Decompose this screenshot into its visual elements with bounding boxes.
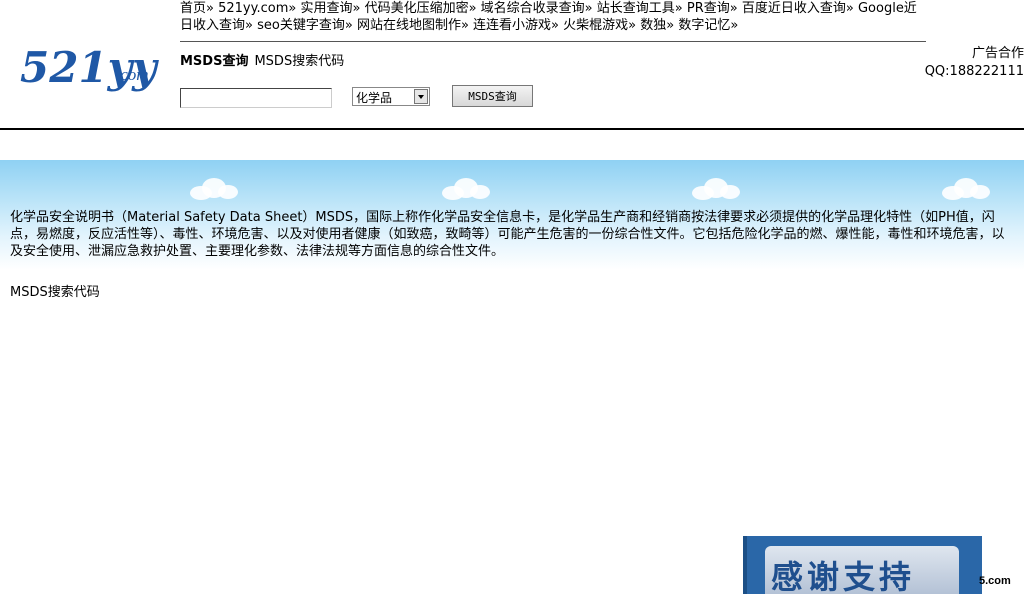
- nav-link[interactable]: 域名综合收录查询»: [481, 1, 593, 16]
- msds-description: 化学品安全说明书（Material Safety Data Sheet）MSDS…: [10, 210, 1005, 259]
- nav-divider: [180, 41, 926, 42]
- nav-link[interactable]: 连连看小游戏»: [473, 18, 559, 33]
- cloud-icon: [692, 178, 740, 200]
- nav-link[interactable]: PR查询»: [687, 1, 738, 16]
- nav-link[interactable]: 首页»: [180, 1, 214, 16]
- search-input[interactable]: [180, 88, 332, 108]
- nav-link[interactable]: 站长查询工具»: [597, 1, 683, 16]
- logo-suffix: .com: [116, 65, 149, 84]
- nav-link[interactable]: 521yy.com»: [218, 1, 296, 16]
- ad-contact: 广告合作 QQ:188222111: [914, 45, 1024, 81]
- thanks-banner-panel: 感谢支持: [765, 546, 959, 596]
- nav-link[interactable]: seo关键字查询»: [257, 18, 353, 33]
- nav-link[interactable]: 百度近日收入查询»: [742, 1, 854, 16]
- chevron-down-icon[interactable]: [414, 89, 428, 104]
- site-logo[interactable]: 521yy .com: [20, 38, 160, 94]
- section-title: MSDS搜索代码: [10, 285, 100, 300]
- thanks-text: 感谢支持: [771, 558, 916, 596]
- nav-link[interactable]: 网站在线地图制作»: [357, 18, 469, 33]
- thanks-domain: 5.com: [979, 575, 1011, 587]
- ad-label[interactable]: 广告合作: [914, 45, 1024, 63]
- nav-link[interactable]: 代码美化压缩加密»: [365, 1, 477, 16]
- msds-search-button[interactable]: MSDS查询: [452, 85, 533, 107]
- header: 521yy .com 首页» 521yy.com» 实用查询» 代码美化压缩加密…: [0, 0, 1024, 130]
- category-select-value: 化学品: [356, 91, 393, 105]
- page-subtitle: MSDS查询 MSDS搜索代码: [180, 50, 344, 69]
- category-select[interactable]: 化学品: [352, 87, 430, 106]
- nav-link[interactable]: 火柴棍游戏»: [563, 18, 636, 33]
- page-title: MSDS查询: [180, 54, 249, 69]
- cloud-icon: [442, 178, 490, 200]
- ad-qq: QQ:188222111: [924, 64, 1024, 79]
- cloud-icon: [190, 178, 238, 200]
- top-nav: 首页» 521yy.com» 实用查询» 代码美化压缩加密» 域名综合收录查询»…: [180, 0, 926, 34]
- cloud-icon: [942, 178, 990, 200]
- page-subtitle-text: MSDS搜索代码: [254, 54, 345, 69]
- thanks-banner[interactable]: 感谢支持: [743, 536, 982, 596]
- nav-link[interactable]: 数字记忆»: [678, 18, 738, 33]
- header-divider: [0, 128, 1024, 130]
- nav-link[interactable]: 数独»: [640, 18, 674, 33]
- nav-link[interactable]: 实用查询»: [300, 1, 360, 16]
